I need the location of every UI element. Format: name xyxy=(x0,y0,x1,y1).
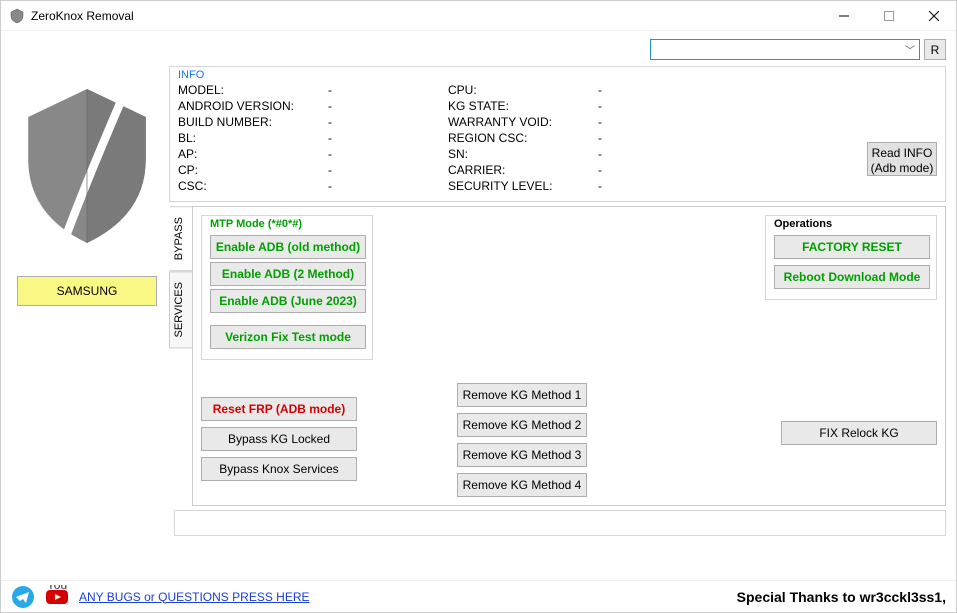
samsung-button[interactable]: SAMSUNG xyxy=(17,276,157,306)
bypass-tabpanel: MTP Mode (*#0*#) Enable ADB (old method)… xyxy=(192,206,946,506)
bypass-knox-button[interactable]: Bypass Knox Services xyxy=(201,457,357,481)
enable-adb-old-button[interactable]: Enable ADB (old method) xyxy=(210,235,366,259)
telegram-icon[interactable] xyxy=(11,585,35,609)
minimize-button[interactable] xyxy=(821,1,866,31)
info-label: CP: xyxy=(178,163,328,177)
info-label: KG STATE: xyxy=(448,99,598,113)
titlebar: ZeroKnox Removal xyxy=(1,1,956,31)
tab-bypass[interactable]: BYPASS xyxy=(169,206,193,271)
info-label: MODEL: xyxy=(178,83,328,97)
read-info-button[interactable]: Read INFO (Adb mode) xyxy=(867,142,937,176)
chevron-down-icon: ﹀ xyxy=(905,42,915,57)
info-group: INFO MODEL:- ANDROID VERSION:- BUILD NUM… xyxy=(169,66,946,202)
info-value: - xyxy=(328,163,368,177)
info-right-table: CPU:- KG STATE:- WARRANTY VOID:- REGION … xyxy=(448,83,638,193)
tab-services[interactable]: SERVICES xyxy=(169,271,193,348)
refresh-button[interactable]: R xyxy=(924,39,946,60)
info-value: - xyxy=(328,147,368,161)
remove-kg-3-button[interactable]: Remove KG Method 3 xyxy=(457,443,587,467)
remove-kg-1-button[interactable]: Remove KG Method 1 xyxy=(457,383,587,407)
info-value: - xyxy=(598,131,638,145)
info-value: - xyxy=(598,83,638,97)
youtube-icon[interactable]: You xyxy=(45,585,69,609)
tab-panel-row: BYPASS SERVICES MTP Mode (*#0*#) Enable … xyxy=(169,206,946,506)
remove-kg-4-button[interactable]: Remove KG Method 4 xyxy=(457,473,587,497)
info-label: ANDROID VERSION: xyxy=(178,99,328,113)
log-output xyxy=(174,510,946,536)
enable-adb-2-button[interactable]: Enable ADB (2 Method) xyxy=(210,262,366,286)
vertical-tabs: BYPASS SERVICES xyxy=(169,206,193,506)
left-panel: SAMSUNG xyxy=(11,66,163,506)
info-label: CARRIER: xyxy=(448,163,598,177)
info-label: SECURITY LEVEL: xyxy=(448,179,598,193)
info-label: CSC: xyxy=(178,179,328,193)
top-row: ﹀ R xyxy=(1,31,956,66)
read-info-line1: Read INFO xyxy=(872,146,933,160)
info-label: SN: xyxy=(448,147,598,161)
info-label: CPU: xyxy=(448,83,598,97)
info-left-table: MODEL:- ANDROID VERSION:- BUILD NUMBER:-… xyxy=(178,83,368,193)
fix-relock-kg-button[interactable]: FIX Relock KG xyxy=(781,421,937,445)
mtp-legend: MTP Mode (*#0*#) xyxy=(210,218,364,230)
operations-group: Operations FACTORY RESET Reboot Download… xyxy=(765,215,937,300)
bugs-link[interactable]: ANY BUGS or QUESTIONS PRESS HERE xyxy=(79,590,310,604)
ops-legend: Operations xyxy=(774,218,928,230)
info-value: - xyxy=(598,147,638,161)
info-value: - xyxy=(328,115,368,129)
info-value: - xyxy=(598,179,638,193)
info-value: - xyxy=(598,115,638,129)
shield-logo xyxy=(11,76,163,256)
enable-adb-2023-button[interactable]: Enable ADB (June 2023) xyxy=(210,289,366,313)
info-value: - xyxy=(598,163,638,177)
remove-kg-2-button[interactable]: Remove KG Method 2 xyxy=(457,413,587,437)
verizon-fix-button[interactable]: Verizon Fix Test mode xyxy=(210,325,366,349)
info-label: BUILD NUMBER: xyxy=(178,115,328,129)
read-info-line2: (Adb mode) xyxy=(871,161,934,175)
info-value: - xyxy=(328,83,368,97)
info-label: BL: xyxy=(178,131,328,145)
mtp-group: MTP Mode (*#0*#) Enable ADB (old method)… xyxy=(201,215,373,360)
info-label: REGION CSC: xyxy=(448,131,598,145)
info-value: - xyxy=(598,99,638,113)
info-label: AP: xyxy=(178,147,328,161)
reset-frp-button[interactable]: Reset FRP (ADB mode) xyxy=(201,397,357,421)
maximize-button[interactable] xyxy=(866,1,911,31)
info-legend: INFO xyxy=(178,69,937,81)
info-label: WARRANTY VOID: xyxy=(448,115,598,129)
info-value: - xyxy=(328,131,368,145)
info-value: - xyxy=(328,179,368,193)
svg-text:You: You xyxy=(47,585,67,592)
footer: You ANY BUGS or QUESTIONS PRESS HERE Spe… xyxy=(1,580,956,612)
thanks-text: Special Thanks to wr3cckl3ss1, xyxy=(737,589,946,605)
bypass-kg-locked-button[interactable]: Bypass KG Locked xyxy=(201,427,357,451)
factory-reset-button[interactable]: FACTORY RESET xyxy=(774,235,930,259)
port-combo[interactable]: ﹀ xyxy=(650,39,920,60)
close-button[interactable] xyxy=(911,1,956,31)
bottom-button-area: Reset FRP (ADB mode) Bypass KG Locked By… xyxy=(201,397,587,497)
app-icon xyxy=(9,8,25,24)
info-value: - xyxy=(328,99,368,113)
reboot-download-button[interactable]: Reboot Download Mode xyxy=(774,265,930,289)
window-title: ZeroKnox Removal xyxy=(31,9,821,23)
